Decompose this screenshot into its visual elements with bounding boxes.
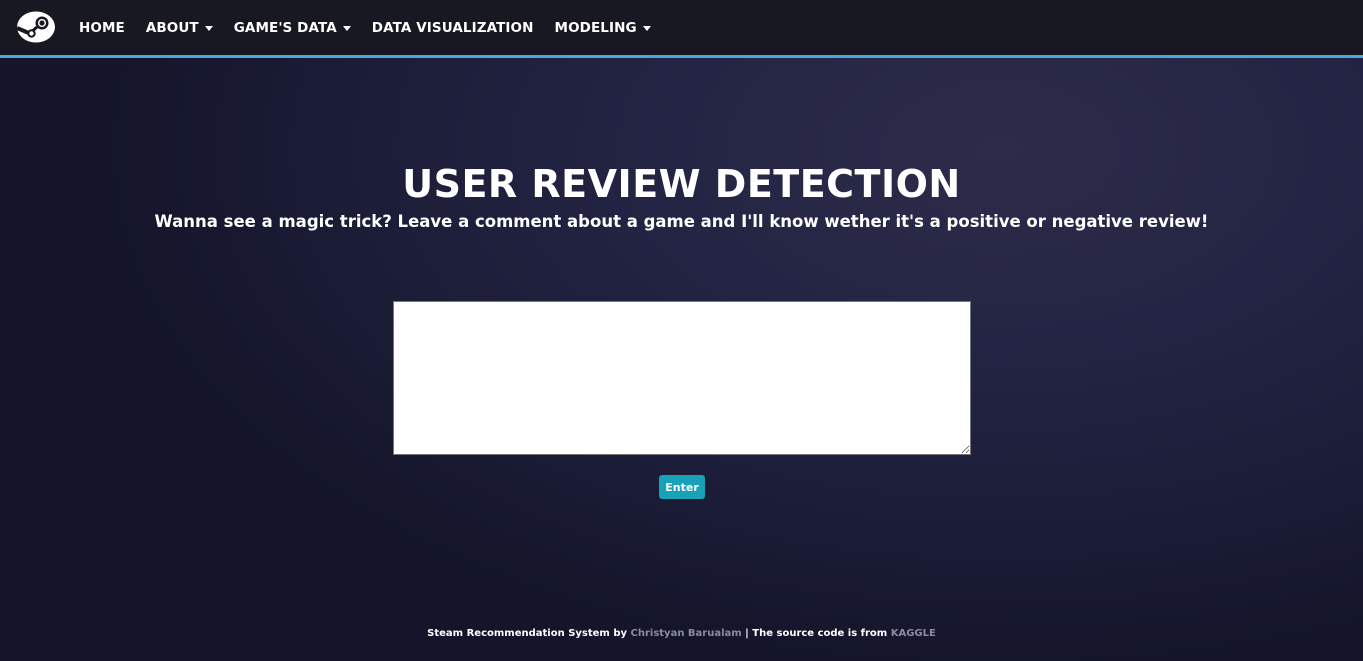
- nav-home[interactable]: HOME: [79, 20, 125, 36]
- page-subtitle: Wanna see a magic trick? Leave a comment…: [154, 212, 1209, 231]
- kaggle-link[interactable]: KAGGLE: [891, 628, 936, 639]
- nav-modeling-dropdown[interactable]: MODELING: [555, 20, 651, 36]
- footer: Steam Recommendation System by Christyan…: [0, 628, 1363, 639]
- nav-games-data-dropdown[interactable]: GAME'S DATA: [234, 20, 351, 36]
- author-link[interactable]: Christyan Barualam: [631, 628, 742, 639]
- nav-modeling-label: MODELING: [554, 20, 637, 36]
- nav-menu: HOME ABOUT GAME'S DATA DATA VISUALIZATIO…: [79, 0, 672, 56]
- chevron-down-icon: [204, 25, 213, 31]
- enter-button[interactable]: Enter: [659, 475, 705, 499]
- nav-about-label: ABOUT: [145, 20, 199, 36]
- nav-about-dropdown[interactable]: ABOUT: [146, 20, 213, 36]
- nav-data-visualization[interactable]: DATA VISUALIZATION: [372, 20, 534, 36]
- nav-home-label: HOME: [79, 20, 125, 36]
- review-textarea[interactable]: [393, 301, 971, 455]
- chevron-down-icon: [342, 25, 351, 31]
- footer-prefix: Steam Recommendation System by: [427, 628, 631, 639]
- steam-logo-icon[interactable]: [16, 11, 55, 43]
- footer-separator: | The source code is from: [741, 628, 891, 639]
- page-title: USER REVIEW DETECTION: [402, 162, 961, 206]
- chevron-down-icon: [642, 25, 651, 31]
- nav-games-data-label: GAME'S DATA: [233, 20, 337, 36]
- nav-data-visualization-label: DATA VISUALIZATION: [371, 20, 534, 36]
- navbar: HOME ABOUT GAME'S DATA DATA VISUALIZATIO…: [0, 0, 1363, 58]
